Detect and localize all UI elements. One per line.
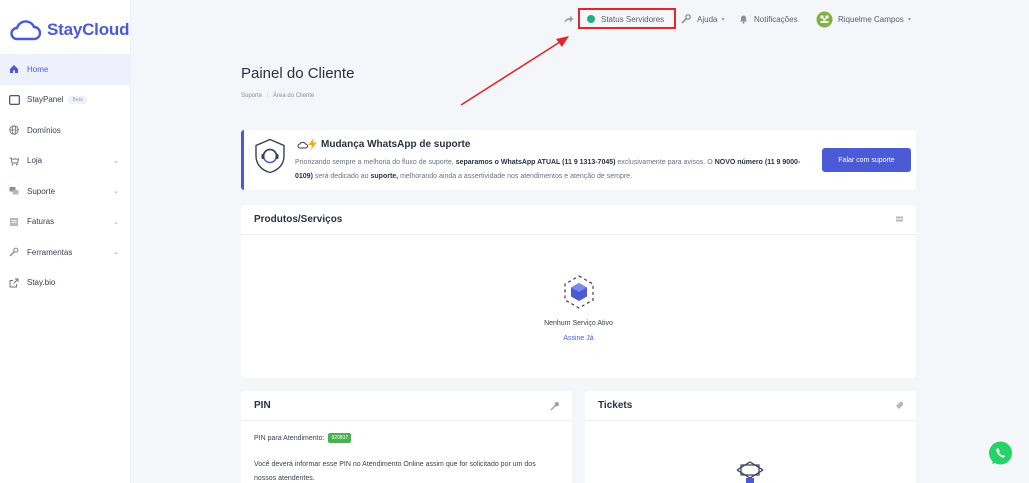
tickets-header: Tickets xyxy=(585,391,916,421)
breadcrumb-separator: / xyxy=(266,93,269,99)
products-header: Produtos/Serviços xyxy=(241,205,916,235)
annotation-arrow xyxy=(460,36,569,106)
globe-icon xyxy=(8,124,20,136)
sidebar-item-dominios[interactable]: Domínios xyxy=(0,115,131,146)
chat-icon xyxy=(8,185,20,197)
wrench-icon xyxy=(8,246,20,258)
help-label: Ajuda xyxy=(697,14,718,24)
sidebar-item-faturas[interactable]: Faturas ⌄ xyxy=(0,207,131,238)
server-icon[interactable] xyxy=(895,215,904,224)
sidebar-item-label: StayPanel xyxy=(27,95,64,105)
bell-icon xyxy=(740,15,747,24)
breadcrumb: Suporte / Área do Cliente xyxy=(241,93,314,99)
highlight-box xyxy=(578,8,676,29)
sidebar-nav: Home StayPanel Beta Domínios Loja ⌄ Supo… xyxy=(0,54,131,298)
cloud-logo-icon xyxy=(10,20,42,41)
tag-icon[interactable] xyxy=(895,401,904,410)
breadcrumb-item[interactable]: Suporte xyxy=(241,93,262,99)
chevron-down-icon: ⌄ xyxy=(113,249,119,257)
pin-title: PIN xyxy=(254,400,271,411)
whatsapp-chat-icon[interactable] xyxy=(987,440,1014,467)
tickets-card: Tickets xyxy=(585,391,916,483)
beta-badge: Beta xyxy=(68,95,87,104)
cloud-icon xyxy=(297,141,308,149)
pin-description: Você deverá informar esse PIN no Atendim… xyxy=(254,461,536,482)
pin-label: PIN para Atendimento: 920837 xyxy=(254,433,352,443)
pin-header: PIN xyxy=(241,391,572,421)
logo[interactable]: StayCloud xyxy=(8,19,129,41)
sidebar-item-loja[interactable]: Loja ⌄ xyxy=(0,146,131,177)
chevron-down-icon: ⌄ xyxy=(113,188,119,196)
share-icon[interactable] xyxy=(563,12,574,26)
products-title: Produtos/Serviços xyxy=(254,214,343,225)
support-headset-icon xyxy=(255,138,285,174)
sidebar-item-label: Faturas xyxy=(27,217,55,227)
sidebar-item-label: Ferramentas xyxy=(27,247,73,257)
sidebar-item-label: Home xyxy=(27,64,49,74)
announcement-card: Mudança WhatsApp de suporte Priorizando … xyxy=(241,130,916,190)
user-menu[interactable]: Riquelme Campos ▾ xyxy=(816,10,911,28)
wrench-icon xyxy=(681,14,691,24)
empty-state-text: Nenhum Serviço Ativo xyxy=(544,320,613,327)
empty-inbox-icon xyxy=(736,461,764,483)
sidebar-item-label: Suporte xyxy=(27,186,56,196)
products-card: Produtos/Serviços Nenhum Serviço Ativo A… xyxy=(241,205,916,378)
talk-to-support-button[interactable]: Falar com suporte xyxy=(822,148,911,172)
announcement-text: Priorizando sempre a melhoria do fluxo d… xyxy=(295,159,801,180)
pin-card: PIN PIN para Atendimento: 920837 Você de… xyxy=(241,391,572,483)
chevron-down-icon: ▾ xyxy=(907,16,911,23)
sidebar: StayCloud Home StayPanel Beta Domínios L… xyxy=(0,0,131,483)
panel-icon xyxy=(8,94,20,106)
sidebar-item-home[interactable]: Home xyxy=(0,54,131,85)
notifications-label: Notificações xyxy=(754,14,798,24)
breadcrumb-item: Área do Cliente xyxy=(273,93,315,99)
sidebar-item-staypanel[interactable]: StayPanel Beta xyxy=(0,85,131,116)
empty-box-icon xyxy=(564,275,594,309)
tickets-title: Tickets xyxy=(598,400,633,411)
home-icon xyxy=(8,63,20,75)
page-title: Painel do Cliente xyxy=(241,65,355,82)
sidebar-item-label: Loja xyxy=(27,156,43,166)
sidebar-item-label: Stay.bio xyxy=(27,278,56,288)
brand-name: StayCloud xyxy=(47,20,130,39)
help-menu[interactable]: Ajuda ▾ xyxy=(681,12,724,26)
notifications-link[interactable]: Notificações xyxy=(739,12,798,26)
sidebar-item-staybio[interactable]: Stay.bio xyxy=(0,268,131,299)
external-link-icon xyxy=(8,277,20,289)
cart-icon xyxy=(8,155,20,167)
user-name: Riquelme Campos xyxy=(838,14,904,24)
key-icon[interactable] xyxy=(550,401,560,411)
chevron-down-icon: ⌄ xyxy=(113,157,119,165)
sidebar-item-ferramentas[interactable]: Ferramentas ⌄ xyxy=(0,237,131,268)
chevron-down-icon: ▾ xyxy=(721,16,725,23)
chevron-down-icon: ⌄ xyxy=(113,218,119,226)
pin-code-badge: 920837 xyxy=(328,433,352,443)
avatar xyxy=(816,11,833,27)
announcement-title: Mudança WhatsApp de suporte xyxy=(321,139,471,150)
sidebar-item-label: Domínios xyxy=(27,125,61,135)
subscribe-link[interactable]: Assine Já xyxy=(241,335,916,342)
sidebar-item-suporte[interactable]: Suporte ⌄ xyxy=(0,176,131,207)
lightning-icon xyxy=(308,138,317,150)
invoice-icon xyxy=(8,216,20,228)
